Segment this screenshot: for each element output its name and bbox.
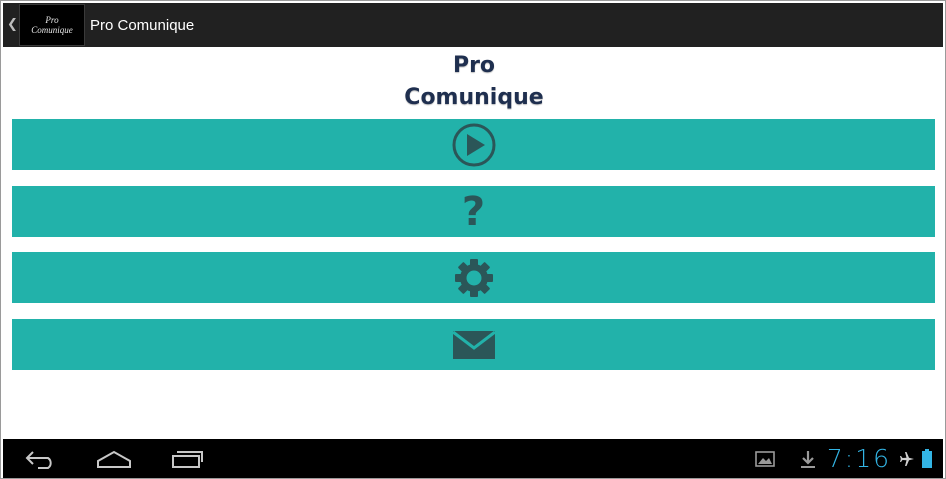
status-area: 7:16: [755, 439, 933, 478]
battery-icon: [921, 448, 933, 469]
gallery-icon[interactable]: [755, 450, 775, 467]
question-mark-icon: ?: [461, 188, 486, 235]
app-title: Pro Comunique: [90, 16, 195, 34]
play-button[interactable]: [12, 119, 935, 170]
download-icon[interactable]: [799, 449, 817, 469]
action-bar: ❮ Pro Comunique Pro Comunique: [3, 3, 943, 47]
app-window: ❮ Pro Comunique Pro Comunique Pro Comuni…: [0, 0, 946, 479]
clock: 7:16: [826, 444, 891, 473]
app-logo[interactable]: Pro Comunique: [19, 4, 85, 46]
home-icon[interactable]: [95, 446, 133, 472]
page-title-line2: Comunique: [404, 85, 544, 110]
airplane-icon: [899, 451, 915, 467]
mail-button[interactable]: [12, 319, 935, 370]
help-button[interactable]: ?: [12, 186, 935, 237]
chevron-left-icon[interactable]: ❮: [7, 3, 19, 47]
recent-apps-icon[interactable]: [169, 446, 205, 472]
page-title: Pro Comunique: [1, 50, 945, 114]
settings-button[interactable]: [12, 252, 935, 303]
system-navigation-bar: 7:16: [3, 439, 943, 478]
envelope-icon: [451, 330, 496, 360]
app-logo-line2: Comunique: [31, 25, 73, 35]
back-icon[interactable]: [23, 446, 59, 472]
app-logo-line1: Pro: [45, 15, 59, 25]
page-title-line1: Pro: [452, 53, 496, 78]
play-circle-icon: [450, 123, 498, 167]
gear-icon: [454, 258, 494, 298]
